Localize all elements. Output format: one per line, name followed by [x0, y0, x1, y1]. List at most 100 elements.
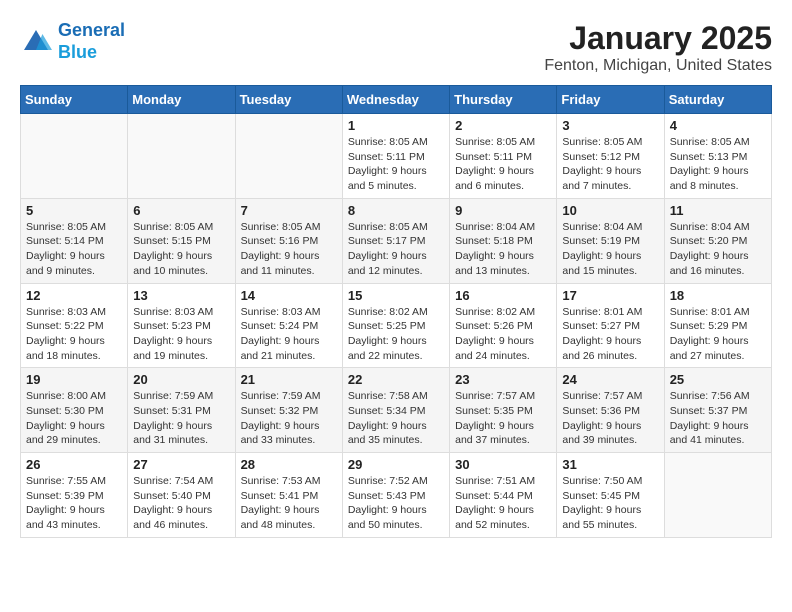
day-info: Sunrise: 7:57 AM Sunset: 5:35 PM Dayligh… — [455, 389, 551, 448]
day-number: 23 — [455, 372, 551, 387]
calendar-cell: 21 Sunrise: 7:59 AM Sunset: 5:32 PM Dayli… — [235, 368, 342, 453]
day-info: Sunrise: 7:50 AM Sunset: 5:45 PM Dayligh… — [562, 474, 658, 533]
calendar-cell: 22 Sunrise: 7:58 AM Sunset: 5:34 PM Dayli… — [342, 368, 449, 453]
logo-line1: General — [58, 20, 125, 40]
weekday-header-wednesday: Wednesday — [342, 86, 449, 114]
calendar-cell: 18 Sunrise: 8:01 AM Sunset: 5:29 PM Dayli… — [664, 283, 771, 368]
week-row-1: 1Sunrise: 8:05 AM Sunset: 5:11 PM Daylig… — [21, 114, 772, 199]
day-number: 20 — [133, 372, 229, 387]
calendar-cell: 28Sunrise: 7:53 AM Sunset: 5:41 PM Dayli… — [235, 453, 342, 538]
day-info: Sunrise: 7:58 AM Sunset: 5:34 PM Dayligh… — [348, 389, 444, 448]
calendar-cell: 31 Sunrise: 7:50 AM Sunset: 5:45 PM Dayli… — [557, 453, 664, 538]
calendar-cell: 19 Sunrise: 8:00 AM Sunset: 5:30 PM Dayli… — [21, 368, 128, 453]
day-info: Sunrise: 8:00 AM Sunset: 5:30 PM Dayligh… — [26, 389, 122, 448]
weekday-header-thursday: Thursday — [450, 86, 557, 114]
calendar-header: SundayMondayTuesdayWednesdayThursdayFrid… — [21, 86, 772, 114]
day-info: Sunrise: 8:03 AM Sunset: 5:24 PM Dayligh… — [241, 305, 337, 364]
day-number: 13 — [133, 288, 229, 303]
weekday-header-monday: Monday — [128, 86, 235, 114]
day-number: 16 — [455, 288, 551, 303]
day-info: Sunrise: 8:05 AM Sunset: 5:13 PM Dayligh… — [670, 135, 766, 194]
day-info: Sunrise: 8:03 AM Sunset: 5:22 PM Dayligh… — [26, 305, 122, 364]
day-info: Sunrise: 7:59 AM Sunset: 5:32 PM Dayligh… — [241, 389, 337, 448]
day-number: 7 — [241, 203, 337, 218]
calendar-cell: 23 Sunrise: 7:57 AM Sunset: 5:35 PM Dayli… — [450, 368, 557, 453]
day-number: 18 — [670, 288, 766, 303]
day-number: 5 — [26, 203, 122, 218]
page-header: General Blue January 2025 Fenton, Michig… — [20, 20, 772, 75]
day-number: 6 — [133, 203, 229, 218]
calendar-title: January 2025 — [544, 20, 772, 57]
day-info: Sunrise: 7:55 AM Sunset: 5:39 PM Dayligh… — [26, 474, 122, 533]
calendar-cell — [128, 114, 235, 199]
weekday-header-friday: Friday — [557, 86, 664, 114]
day-number: 29 — [348, 457, 444, 472]
calendar-cell: 12Sunrise: 8:03 AM Sunset: 5:22 PM Dayli… — [21, 283, 128, 368]
week-row-4: 19 Sunrise: 8:00 AM Sunset: 5:30 PM Dayli… — [21, 368, 772, 453]
calendar-cell: 10 Sunrise: 8:04 AM Sunset: 5:19 PM Dayli… — [557, 198, 664, 283]
calendar-cell: 16 Sunrise: 8:02 AM Sunset: 5:26 PM Dayli… — [450, 283, 557, 368]
day-number: 22 — [348, 372, 444, 387]
day-info: Sunrise: 8:02 AM Sunset: 5:26 PM Dayligh… — [455, 305, 551, 364]
calendar-cell: 5Sunrise: 8:05 AM Sunset: 5:14 PM Daylig… — [21, 198, 128, 283]
day-info: Sunrise: 7:51 AM Sunset: 5:44 PM Dayligh… — [455, 474, 551, 533]
logo-line2: Blue — [58, 42, 97, 62]
calendar-cell: 15 Sunrise: 8:02 AM Sunset: 5:25 PM Dayli… — [342, 283, 449, 368]
calendar-cell: 30 Sunrise: 7:51 AM Sunset: 5:44 PM Dayli… — [450, 453, 557, 538]
calendar-body: 1Sunrise: 8:05 AM Sunset: 5:11 PM Daylig… — [21, 114, 772, 538]
calendar-cell: 9 Sunrise: 8:04 AM Sunset: 5:18 PM Daylig… — [450, 198, 557, 283]
calendar-cell: 7 Sunrise: 8:05 AM Sunset: 5:16 PM Daylig… — [235, 198, 342, 283]
day-number: 15 — [348, 288, 444, 303]
day-number: 2 — [455, 118, 551, 133]
day-number: 4 — [670, 118, 766, 133]
calendar-cell: 1Sunrise: 8:05 AM Sunset: 5:11 PM Daylig… — [342, 114, 449, 199]
calendar-table: SundayMondayTuesdayWednesdayThursdayFrid… — [20, 85, 772, 538]
day-info: Sunrise: 8:05 AM Sunset: 5:12 PM Dayligh… — [562, 135, 658, 194]
calendar-cell: 26Sunrise: 7:55 AM Sunset: 5:39 PM Dayli… — [21, 453, 128, 538]
calendar-cell: 20Sunrise: 7:59 AM Sunset: 5:31 PM Dayli… — [128, 368, 235, 453]
calendar-cell: 29Sunrise: 7:52 AM Sunset: 5:43 PM Dayli… — [342, 453, 449, 538]
day-number: 31 — [562, 457, 658, 472]
day-number: 19 — [26, 372, 122, 387]
calendar-cell: 25 Sunrise: 7:56 AM Sunset: 5:37 PM Dayli… — [664, 368, 771, 453]
weekday-header-tuesday: Tuesday — [235, 86, 342, 114]
day-number: 28 — [241, 457, 337, 472]
day-number: 3 — [562, 118, 658, 133]
calendar-cell: 3 Sunrise: 8:05 AM Sunset: 5:12 PM Daylig… — [557, 114, 664, 199]
day-info: Sunrise: 8:02 AM Sunset: 5:25 PM Dayligh… — [348, 305, 444, 364]
day-info: Sunrise: 7:57 AM Sunset: 5:36 PM Dayligh… — [562, 389, 658, 448]
calendar-cell — [235, 114, 342, 199]
day-info: Sunrise: 7:56 AM Sunset: 5:37 PM Dayligh… — [670, 389, 766, 448]
title-block: January 2025 Fenton, Michigan, United St… — [544, 20, 772, 75]
day-info: Sunrise: 8:01 AM Sunset: 5:29 PM Dayligh… — [670, 305, 766, 364]
calendar-cell — [664, 453, 771, 538]
day-info: Sunrise: 8:04 AM Sunset: 5:18 PM Dayligh… — [455, 220, 551, 279]
calendar-cell: 6 Sunrise: 8:05 AM Sunset: 5:15 PM Daylig… — [128, 198, 235, 283]
logo: General Blue — [20, 20, 125, 63]
day-info: Sunrise: 8:04 AM Sunset: 5:20 PM Dayligh… — [670, 220, 766, 279]
day-number: 30 — [455, 457, 551, 472]
logo-icon — [20, 26, 52, 58]
day-number: 17 — [562, 288, 658, 303]
day-number: 9 — [455, 203, 551, 218]
week-row-2: 5Sunrise: 8:05 AM Sunset: 5:14 PM Daylig… — [21, 198, 772, 283]
calendar-cell: 14Sunrise: 8:03 AM Sunset: 5:24 PM Dayli… — [235, 283, 342, 368]
day-number: 10 — [562, 203, 658, 218]
day-info: Sunrise: 8:05 AM Sunset: 5:17 PM Dayligh… — [348, 220, 444, 279]
day-info: Sunrise: 8:05 AM Sunset: 5:11 PM Dayligh… — [348, 135, 444, 194]
weekday-header-saturday: Saturday — [664, 86, 771, 114]
calendar-cell: 17Sunrise: 8:01 AM Sunset: 5:27 PM Dayli… — [557, 283, 664, 368]
day-number: 21 — [241, 372, 337, 387]
calendar-subtitle: Fenton, Michigan, United States — [544, 57, 772, 75]
day-info: Sunrise: 8:04 AM Sunset: 5:19 PM Dayligh… — [562, 220, 658, 279]
calendar-cell — [21, 114, 128, 199]
calendar-cell: 11Sunrise: 8:04 AM Sunset: 5:20 PM Dayli… — [664, 198, 771, 283]
day-number: 27 — [133, 457, 229, 472]
day-info: Sunrise: 8:05 AM Sunset: 5:11 PM Dayligh… — [455, 135, 551, 194]
calendar-cell: 4 Sunrise: 8:05 AM Sunset: 5:13 PM Daylig… — [664, 114, 771, 199]
day-info: Sunrise: 8:05 AM Sunset: 5:15 PM Dayligh… — [133, 220, 229, 279]
day-number: 8 — [348, 203, 444, 218]
day-number: 25 — [670, 372, 766, 387]
calendar-cell: 2 Sunrise: 8:05 AM Sunset: 5:11 PM Daylig… — [450, 114, 557, 199]
day-info: Sunrise: 8:05 AM Sunset: 5:16 PM Dayligh… — [241, 220, 337, 279]
